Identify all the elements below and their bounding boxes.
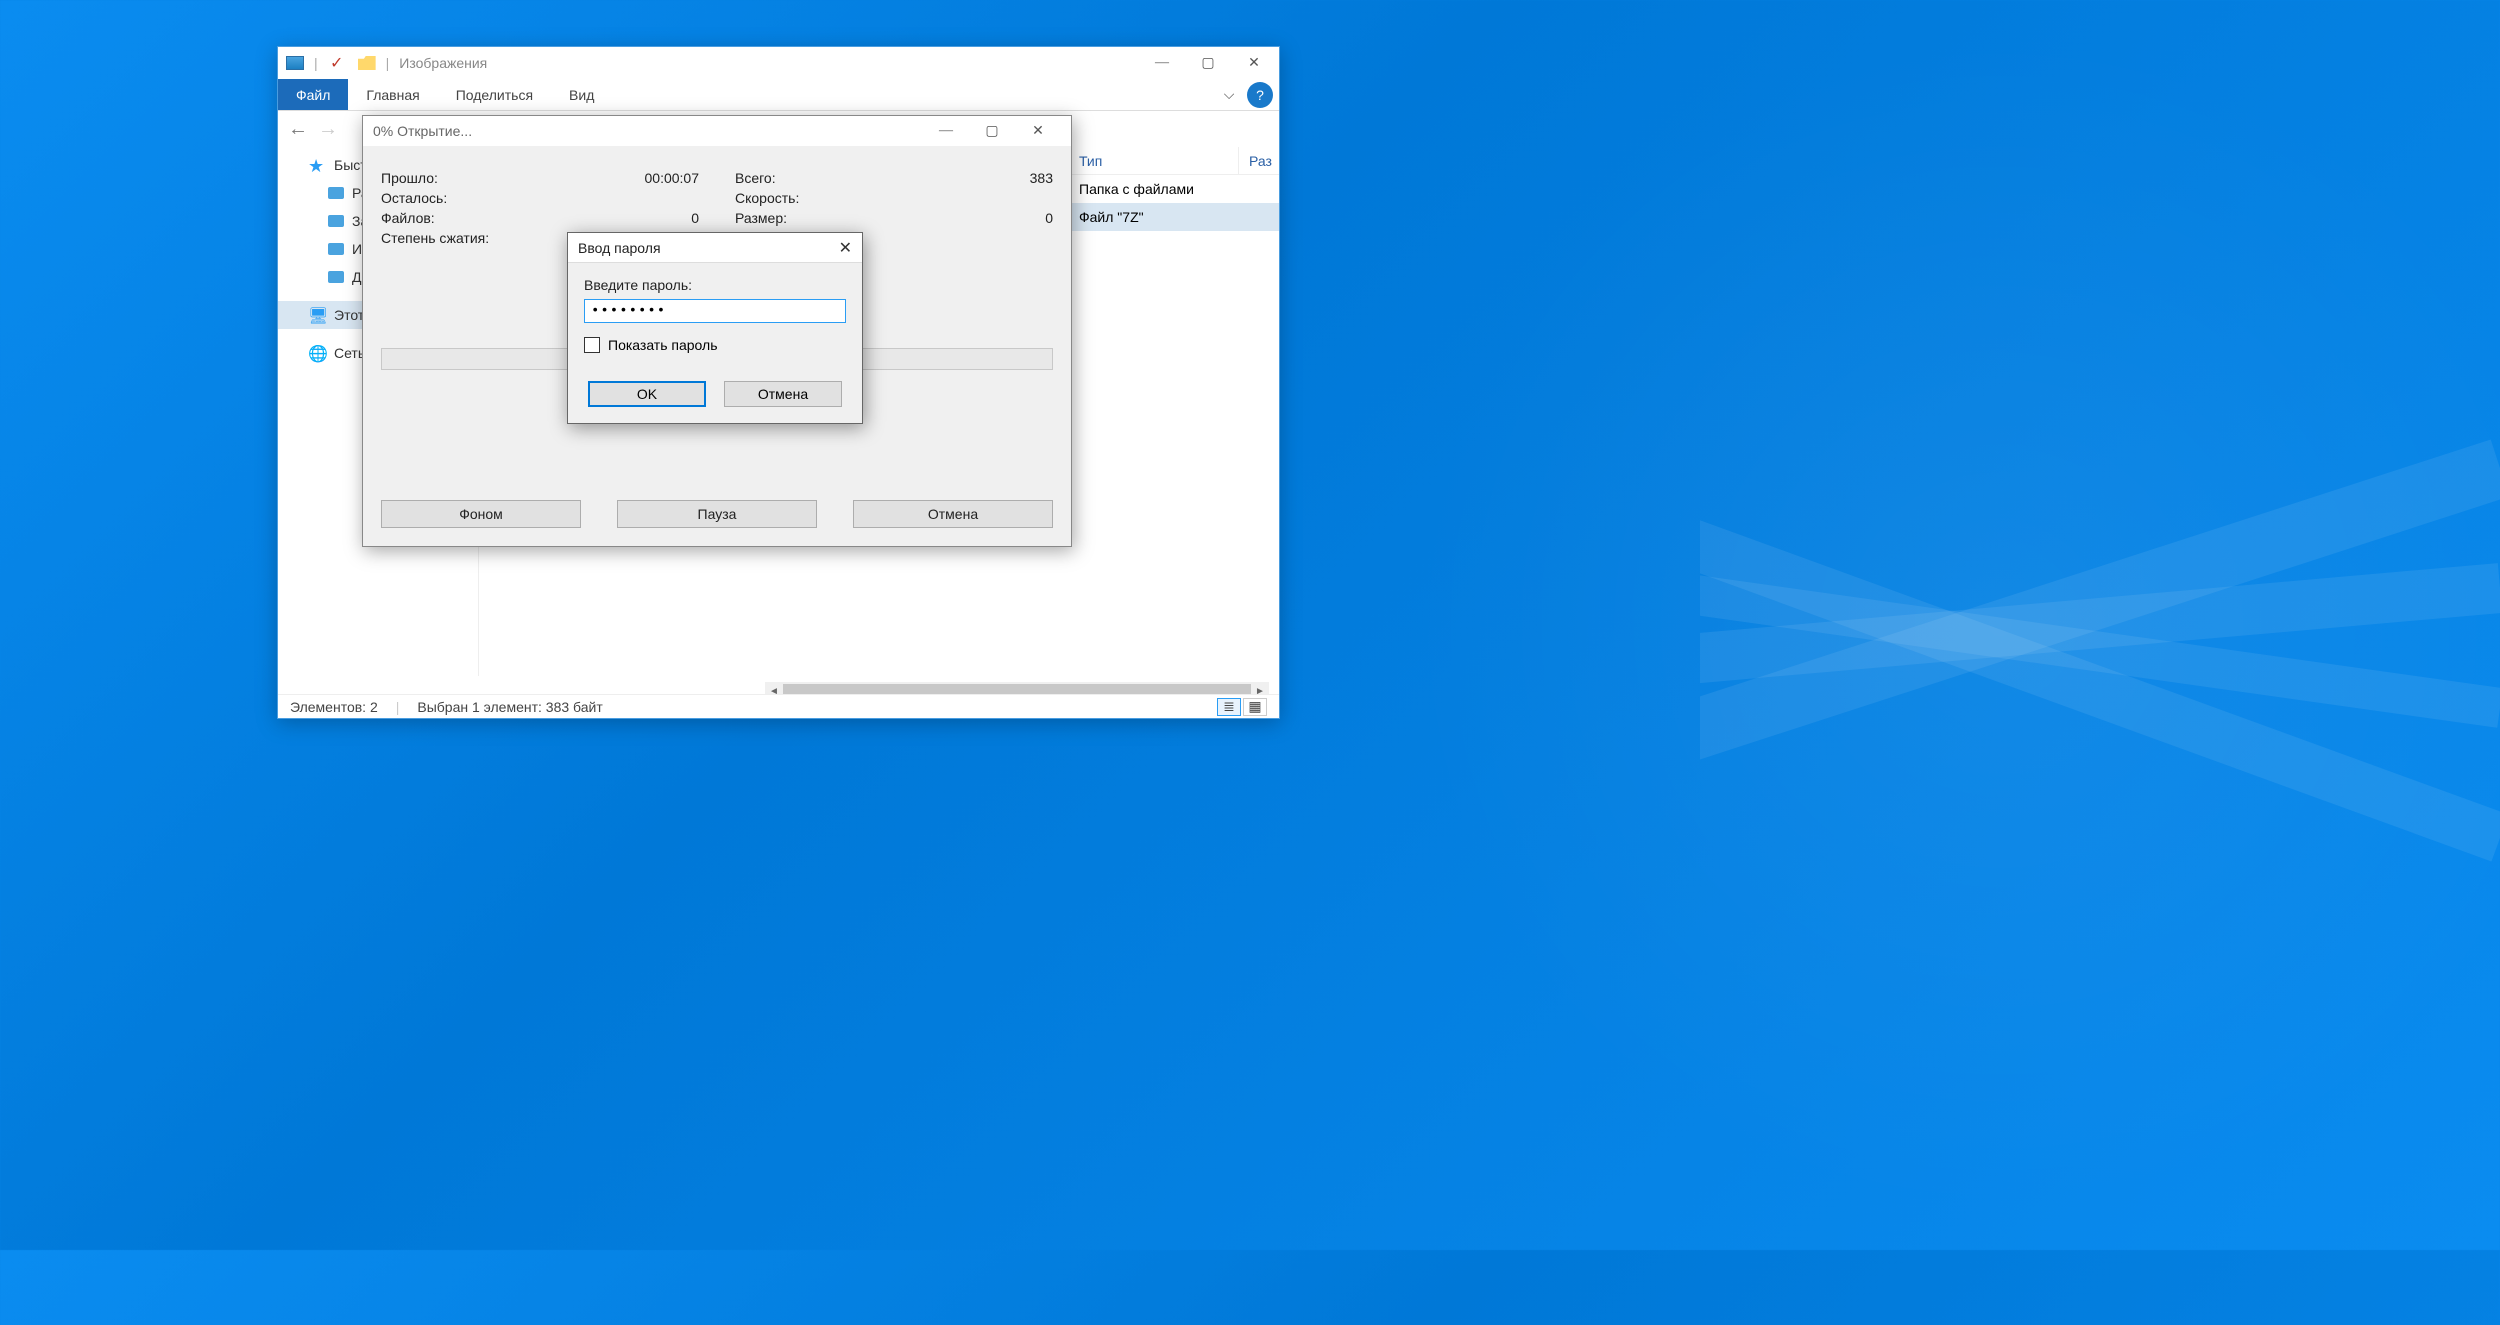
ribbon-tab-file[interactable]: Файл — [278, 79, 348, 110]
password-prompt: Введите пароль: — [584, 277, 846, 293]
progress-elapsed: Прошло:00:00:07 — [381, 168, 717, 188]
titlebar-separator: | — [314, 55, 318, 71]
explorer-titlebar[interactable]: | ✓ | Изображения — ▢ ✕ — [278, 47, 1279, 79]
column-size[interactable]: Раз — [1239, 147, 1279, 174]
folder-icon — [328, 271, 344, 283]
help-icon[interactable]: ? — [1247, 82, 1273, 108]
password-input[interactable] — [584, 299, 846, 323]
check-icon: ✓ — [326, 52, 348, 74]
monitor-icon: 🖥 — [308, 306, 326, 324]
minimize-button[interactable]: — — [923, 116, 969, 146]
star-icon: ★ — [308, 156, 326, 174]
ok-button[interactable]: OK — [588, 381, 706, 407]
nav-back-icon[interactable]: ← — [288, 118, 308, 141]
close-icon[interactable]: ✕ — [822, 238, 852, 258]
picture-icon — [284, 52, 306, 74]
ribbon-tabs: Файл Главная Поделиться Вид ⌵ ? — [278, 79, 1279, 111]
titlebar-separator: | — [386, 55, 390, 71]
cancel-button[interactable]: Отмена — [724, 381, 842, 407]
progress-total: Всего:383 — [717, 168, 1053, 188]
window-title: Изображения — [399, 55, 487, 71]
minimize-button[interactable]: — — [1139, 48, 1185, 78]
ribbon-collapse-icon[interactable]: ⌵ — [1211, 79, 1247, 110]
cancel-button[interactable]: Отмена — [853, 500, 1053, 528]
sidebar-label: Сеть — [334, 345, 365, 361]
show-password-checkbox[interactable]: Показать пароль — [584, 337, 846, 353]
progress-remaining: Осталось: — [381, 188, 717, 208]
progress-titlebar[interactable]: 0% Открытие... — ▢ ✕ — [363, 116, 1071, 146]
maximize-button[interactable]: ▢ — [969, 116, 1015, 146]
progress-speed: Скорость: — [717, 188, 1053, 208]
column-type[interactable]: Тип — [1069, 147, 1239, 174]
cell-type: Файл "7Z" — [1069, 209, 1239, 225]
view-thumbnails-button[interactable]: ▦ — [1243, 698, 1267, 716]
folder-icon — [328, 187, 344, 199]
progress-files: Файлов:0 — [381, 208, 717, 228]
password-dialog-title: Ввод пароля — [578, 240, 822, 256]
checkbox-icon — [584, 337, 600, 353]
status-bar: Элементов: 2 | Выбран 1 элемент: 383 бай… — [278, 694, 1279, 718]
progress-size: Размер:0 — [717, 208, 1053, 228]
ribbon-tab-share[interactable]: Поделиться — [438, 79, 551, 110]
background-button[interactable]: Фоном — [381, 500, 581, 528]
ribbon-tab-home[interactable]: Главная — [348, 79, 437, 110]
close-button[interactable]: ✕ — [1015, 116, 1061, 146]
folder-icon — [328, 215, 344, 227]
folder-icon — [356, 52, 378, 74]
progress-title: 0% Открытие... — [373, 123, 923, 139]
status-item-count: Элементов: 2 — [290, 699, 378, 715]
password-dialog: Ввод пароля ✕ Введите пароль: Показать п… — [567, 232, 863, 424]
nav-forward-icon[interactable]: → — [318, 118, 338, 141]
folder-icon — [328, 243, 344, 255]
sidebar-label: Этот — [334, 307, 364, 323]
network-icon: 🌐 — [308, 344, 326, 362]
ribbon-tab-view[interactable]: Вид — [551, 79, 612, 110]
view-details-button[interactable]: ≣ — [1217, 698, 1241, 716]
status-selection: Выбран 1 элемент: 383 байт — [417, 699, 602, 715]
maximize-button[interactable]: ▢ — [1185, 48, 1231, 78]
pause-button[interactable]: Пауза — [617, 500, 817, 528]
close-button[interactable]: ✕ — [1231, 48, 1277, 78]
password-dialog-titlebar[interactable]: Ввод пароля ✕ — [568, 233, 862, 263]
show-password-label: Показать пароль — [608, 337, 718, 353]
cell-type: Папка с файлами — [1069, 181, 1239, 197]
